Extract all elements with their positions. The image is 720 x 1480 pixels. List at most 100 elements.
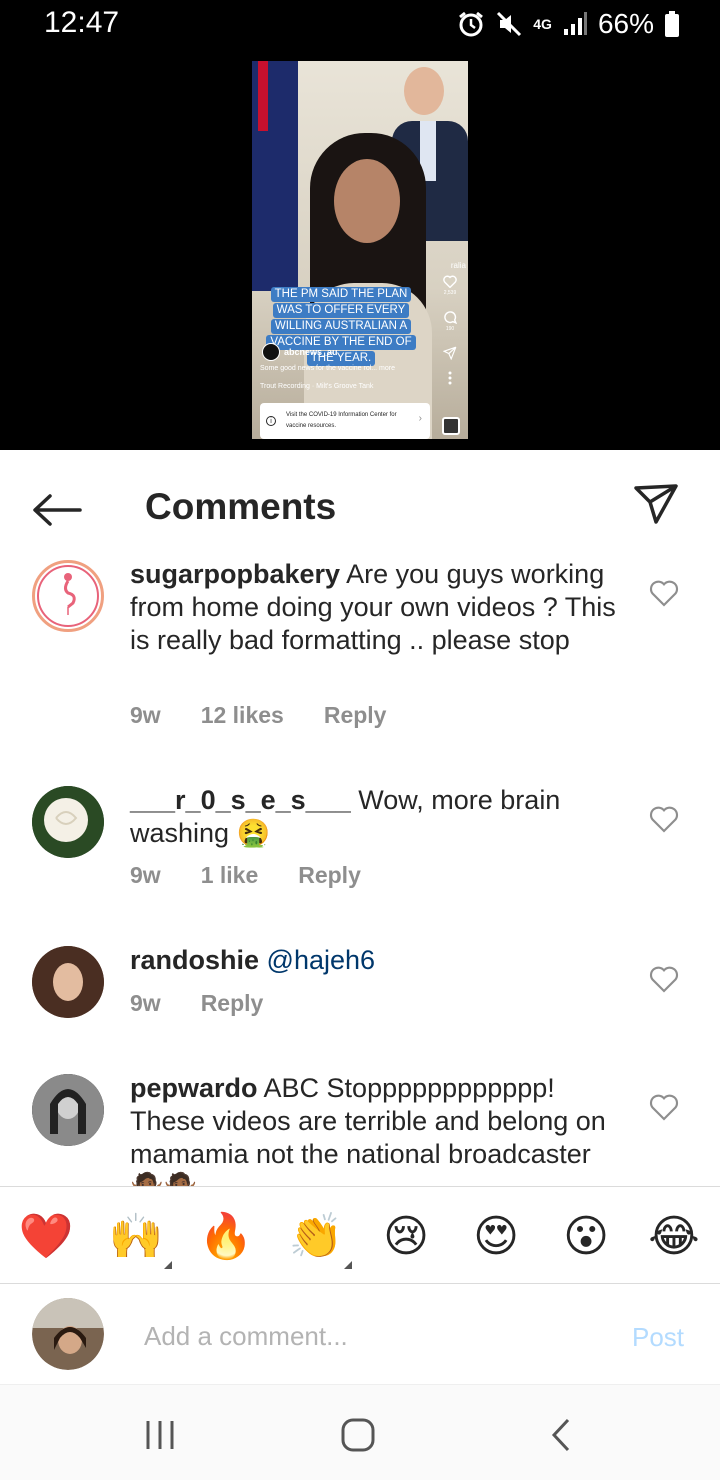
status-time: 12:47 xyxy=(44,6,120,39)
battery-icon xyxy=(665,11,679,37)
emoji-surprised[interactable]: 😮 xyxy=(556,1207,616,1267)
signal-icon xyxy=(563,12,587,35)
emoji-heart[interactable]: ❤️ xyxy=(16,1207,76,1267)
emoji-glyph: 😍 xyxy=(473,1212,519,1261)
recent-apps-button[interactable] xyxy=(140,1417,180,1453)
emoji-glyph: ❤️ xyxy=(18,1212,74,1261)
caption-line: THE PM SAID THE PLAN xyxy=(270,287,412,302)
comment-username[interactable]: sugarpopbakery xyxy=(130,559,340,589)
flag-graphic xyxy=(252,61,298,291)
back-arrow-icon xyxy=(33,494,82,526)
heart-icon xyxy=(649,806,679,833)
video-side-actions: 2,539 190 xyxy=(440,275,460,386)
person-presenter xyxy=(304,133,432,439)
home-icon xyxy=(341,1418,375,1452)
avatar[interactable] xyxy=(32,786,104,858)
video-description[interactable]: Some good news for the vaccine rol... mo… xyxy=(260,365,395,372)
network-type: 4G xyxy=(533,16,552,32)
status-icons: 4G 66% xyxy=(457,8,680,40)
account-avatar xyxy=(262,343,280,361)
account-handle: abcnews_au xyxy=(284,347,338,357)
send-icon xyxy=(634,484,678,524)
comment-body: pepwardo ABC Stopppppppppppp! These vide… xyxy=(130,1072,630,1186)
user-photo-icon xyxy=(32,1298,104,1370)
skin-tone-indicator xyxy=(164,1261,172,1269)
more-icon[interactable] xyxy=(447,370,453,386)
emoji-glyph: 😂 xyxy=(648,1212,700,1261)
comment-username[interactable]: randoshie xyxy=(130,945,259,975)
battery-percent: 66% xyxy=(597,8,654,39)
emoji-glyph: 👏 xyxy=(288,1212,344,1261)
heart-icon[interactable] xyxy=(443,275,457,288)
caption-line: WAS TO OFFER EVERY xyxy=(272,303,410,318)
post-button[interactable]: Post xyxy=(632,1322,684,1353)
video-player[interactable]: ralia THE PM SAID THE PLAN WAS TO OFFER … xyxy=(252,61,468,439)
heart-icon xyxy=(649,580,679,607)
white-rose-icon xyxy=(32,786,104,858)
emoji-crying[interactable]: 😢 xyxy=(376,1207,436,1267)
reply-button[interactable]: Reply xyxy=(324,702,387,729)
comment-likes[interactable]: 1 like xyxy=(201,862,259,889)
reply-button[interactable]: Reply xyxy=(298,862,361,889)
emoji-fire[interactable]: 🔥 xyxy=(196,1207,256,1267)
emoji-glyph: 😢 xyxy=(383,1212,429,1261)
back-nav-button[interactable] xyxy=(542,1417,582,1453)
emoji-glyph: 🔥 xyxy=(198,1212,254,1261)
like-button[interactable] xyxy=(648,1092,680,1122)
flamingo-logo-icon xyxy=(37,565,99,627)
covid-info-banner[interactable]: i Visit the COVID-19 Information Center … xyxy=(260,403,430,439)
video-area: ralia THE PM SAID THE PLAN WAS TO OFFER … xyxy=(0,50,720,450)
comment-meta: 9w 1 like Reply xyxy=(130,862,361,889)
emoji-glyph: 😮 xyxy=(563,1212,609,1261)
back-chevron-icon xyxy=(551,1418,570,1452)
comments-list[interactable]: sugarpopbakery Are you guys working from… xyxy=(0,558,720,1186)
like-button[interactable] xyxy=(648,578,680,608)
emoji-heart-eyes[interactable]: 😍 xyxy=(466,1207,526,1267)
video-likes-count: 2,539 xyxy=(443,290,457,296)
status-bar: 12:47 4G 66% xyxy=(0,0,720,50)
emoji-clap[interactable]: 👏 xyxy=(286,1207,352,1269)
comment-icon[interactable] xyxy=(443,310,457,324)
avatar[interactable] xyxy=(32,946,104,1018)
comments-header: Comments xyxy=(0,450,720,560)
audio-thumbnail[interactable] xyxy=(442,417,460,435)
emoji-glyph: 🙌 xyxy=(108,1212,164,1261)
share-button[interactable] xyxy=(632,482,680,526)
emoji-laughing[interactable]: 😂 xyxy=(644,1207,704,1267)
add-comment-bar: Post xyxy=(0,1284,720,1384)
comment-username[interactable]: pepwardo xyxy=(130,1073,258,1103)
video-account[interactable]: abcnews_au xyxy=(262,343,338,361)
recent-apps-icon xyxy=(146,1421,174,1449)
user-photo-icon xyxy=(32,946,104,1018)
comment-time: 9w xyxy=(130,862,161,888)
comment-likes[interactable]: 12 likes xyxy=(201,702,284,729)
video-tag-text: ralia xyxy=(450,261,466,270)
comment-time: 9w xyxy=(130,702,161,728)
comment-input[interactable] xyxy=(144,1316,604,1356)
video-comments-count: 190 xyxy=(445,326,455,332)
comment-username[interactable]: ___r_0_s_e_s___ xyxy=(130,785,351,815)
comment-meta: 9w Reply xyxy=(130,990,263,1017)
emoji-raised-hands[interactable]: 🙌 xyxy=(106,1207,172,1269)
avatar[interactable] xyxy=(32,560,104,632)
send-icon[interactable] xyxy=(443,346,457,360)
system-nav-bar xyxy=(0,1384,720,1480)
emoji-bar: ❤️ 🙌 🔥 👏 😢 😍 😮 😂 xyxy=(0,1186,720,1284)
skin-tone-indicator xyxy=(344,1261,352,1269)
comment-mention[interactable]: @hajeh6 xyxy=(267,945,376,975)
comment-time: 9w xyxy=(130,990,161,1016)
info-icon: i xyxy=(266,416,276,426)
like-button[interactable] xyxy=(648,804,680,834)
like-button[interactable] xyxy=(648,964,680,994)
alarm-icon xyxy=(459,11,484,37)
home-button[interactable] xyxy=(338,1417,378,1453)
mute-icon xyxy=(497,11,522,37)
my-avatar xyxy=(32,1298,104,1370)
avatar[interactable] xyxy=(32,1074,104,1146)
chevron-right-icon: › xyxy=(418,413,422,424)
comment-meta: 9w 12 likes Reply xyxy=(130,702,386,729)
reply-button[interactable]: Reply xyxy=(201,990,264,1017)
heart-icon xyxy=(649,1094,679,1121)
back-button[interactable] xyxy=(30,492,84,528)
video-audio[interactable]: Trout Recording · Milt's Groove Tank xyxy=(260,383,373,390)
